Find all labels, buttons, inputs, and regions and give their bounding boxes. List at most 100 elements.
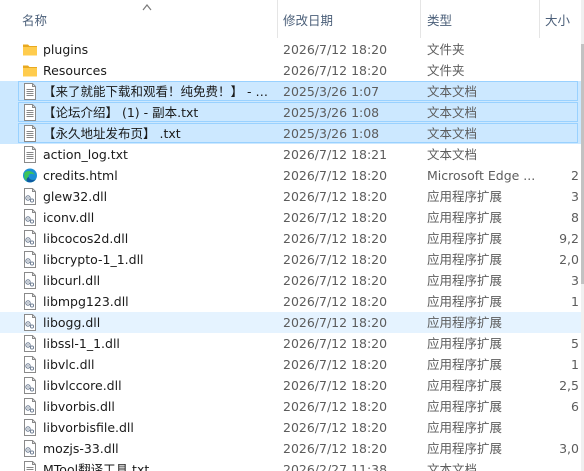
column-divider[interactable] bbox=[539, 0, 540, 38]
file-type: 文本文档 bbox=[427, 147, 478, 162]
file-row[interactable]: libssl-1_1.dll 2026/7/12 18:20 应用程序扩展 5 bbox=[0, 333, 584, 354]
file-name: libogg.dll bbox=[43, 315, 101, 330]
file-modified-date: 2026/7/12 18:20 bbox=[283, 357, 388, 372]
file-name: libmpg123.dll bbox=[43, 294, 129, 309]
file-name: libvlccore.dll bbox=[43, 378, 122, 393]
file-modified-date: 2026/7/12 18:20 bbox=[283, 420, 388, 435]
file-name: mozjs-33.dll bbox=[43, 441, 119, 456]
file-modified-date: 2026/7/12 18:20 bbox=[283, 294, 388, 309]
file-row[interactable]: libvorbis.dll 2026/7/12 18:20 应用程序扩展 6 bbox=[0, 396, 584, 417]
file-row[interactable]: libvorbisfile.dll 2026/7/12 18:20 应用程序扩展 bbox=[0, 417, 584, 438]
file-type: 应用程序扩展 bbox=[427, 336, 503, 351]
dll-file-icon bbox=[22, 188, 38, 205]
file-type: 应用程序扩展 bbox=[427, 294, 503, 309]
file-name: 【来了就能下载和观看！纯免费！】 - 副本.txt bbox=[43, 84, 271, 99]
dll-file-icon bbox=[22, 335, 38, 352]
column-header-size[interactable]: 大小 bbox=[545, 12, 570, 30]
dll-file-icon bbox=[22, 209, 38, 226]
text-file-icon bbox=[22, 104, 38, 121]
file-modified-date: 2026/7/12 18:20 bbox=[283, 252, 388, 267]
file-modified-date: 2025/3/26 1:07 bbox=[283, 84, 380, 99]
file-type: 文本文档 bbox=[427, 126, 478, 141]
file-row[interactable]: libcurl.dll 2026/7/12 18:20 应用程序扩展 3 bbox=[0, 270, 584, 291]
file-size: 3 bbox=[571, 273, 579, 288]
dll-file-icon bbox=[22, 398, 38, 415]
file-row[interactable]: libcrypto-1_1.dll 2026/7/12 18:20 应用程序扩展 2,… bbox=[0, 249, 584, 270]
file-modified-date: 2026/7/12 18:20 bbox=[283, 63, 388, 78]
file-type: 应用程序扩展 bbox=[427, 210, 503, 225]
file-row[interactable]: mozjs-33.dll 2026/7/12 18:20 应用程序扩展 3,0 bbox=[0, 438, 584, 459]
file-row[interactable]: 【来了就能下载和观看！纯免费！】 - 副本.txt 2025/3/26 1:07 文… bbox=[0, 81, 584, 102]
file-type: 文本文档 bbox=[427, 105, 478, 120]
file-name: MTool翻译工具.txt bbox=[43, 462, 150, 471]
file-modified-date: 2026/7/12 18:20 bbox=[283, 273, 388, 288]
column-divider[interactable] bbox=[420, 0, 421, 38]
file-row[interactable]: libvlc.dll 2026/7/12 18:20 应用程序扩展 1 bbox=[0, 354, 584, 375]
file-row[interactable]: plugins 2026/7/12 18:20 文件夹 bbox=[0, 39, 584, 60]
file-name: libssl-1_1.dll bbox=[43, 336, 120, 351]
file-name: libvlc.dll bbox=[43, 357, 95, 372]
file-size: 3 bbox=[571, 189, 579, 204]
file-row[interactable]: glew32.dll 2026/7/12 18:20 应用程序扩展 3 bbox=[0, 186, 584, 207]
text-file-icon bbox=[22, 146, 38, 163]
column-header-name[interactable]: 名称 bbox=[22, 12, 47, 30]
file-size: 2,5 bbox=[559, 378, 579, 393]
file-type: 应用程序扩展 bbox=[427, 420, 503, 435]
file-name: 【永久地址发布页】 .txt bbox=[43, 126, 181, 141]
file-row[interactable]: libcocos2d.dll 2026/7/12 18:20 应用程序扩展 9,2 bbox=[0, 228, 584, 249]
file-name: iconv.dll bbox=[43, 210, 95, 225]
file-type: 应用程序扩展 bbox=[427, 189, 503, 204]
file-type: 应用程序扩展 bbox=[427, 273, 503, 288]
column-header-date[interactable]: 修改日期 bbox=[283, 12, 333, 30]
file-name: libcrypto-1_1.dll bbox=[43, 252, 144, 267]
dll-file-icon bbox=[22, 230, 38, 247]
file-row[interactable]: 【论坛介绍】 (1) - 副本.txt 2025/3/26 1:08 文本文档 bbox=[0, 102, 584, 123]
file-row[interactable]: libmpg123.dll 2026/7/12 18:20 应用程序扩展 1 bbox=[0, 291, 584, 312]
file-modified-date: 2026/7/12 18:20 bbox=[283, 231, 388, 246]
dll-file-icon bbox=[22, 419, 38, 436]
file-type: 应用程序扩展 bbox=[427, 357, 503, 372]
file-modified-date: 2026/2/27 11:38 bbox=[283, 462, 388, 471]
file-name: action_log.txt bbox=[43, 147, 128, 162]
text-file-icon bbox=[22, 125, 38, 142]
text-file-icon bbox=[22, 83, 38, 100]
column-divider[interactable] bbox=[277, 0, 278, 38]
file-row[interactable]: Resources 2026/7/12 18:20 文件夹 bbox=[0, 60, 584, 81]
file-row[interactable]: 【永久地址发布页】 .txt 2025/3/26 1:08 文本文档 bbox=[0, 123, 584, 144]
file-name: libcurl.dll bbox=[43, 273, 101, 288]
dll-file-icon bbox=[22, 314, 38, 331]
file-modified-date: 2026/7/12 18:20 bbox=[283, 336, 388, 351]
file-row[interactable]: libvlccore.dll 2026/7/12 18:20 应用程序扩展 2,5 bbox=[0, 375, 584, 396]
file-row[interactable]: iconv.dll 2026/7/12 18:20 应用程序扩展 8 bbox=[0, 207, 584, 228]
file-list: plugins 2026/7/12 18:20 文件夹 Resources 2026/7… bbox=[0, 39, 584, 471]
file-row[interactable]: action_log.txt 2026/7/12 18:21 文本文档 bbox=[0, 144, 584, 165]
file-modified-date: 2026/7/12 18:20 bbox=[283, 210, 388, 225]
file-modified-date: 2026/7/12 18:21 bbox=[283, 147, 388, 162]
file-name: credits.html bbox=[43, 168, 118, 183]
sort-ascending-icon[interactable] bbox=[139, 2, 155, 12]
text-file-icon bbox=[22, 461, 38, 471]
file-name: glew32.dll bbox=[43, 189, 108, 204]
file-row[interactable]: MTool翻译工具.txt 2026/2/27 11:38 文本文档 bbox=[0, 459, 584, 471]
file-explorer-list: 名称 修改日期 类型 大小 plugins 2026/7/12 18:20 文件夹 R… bbox=[0, 0, 584, 471]
dll-file-icon bbox=[22, 440, 38, 457]
file-type: 文本文档 bbox=[427, 84, 478, 99]
column-header-type[interactable]: 类型 bbox=[427, 12, 452, 30]
file-name: Resources bbox=[43, 63, 107, 78]
file-size: 5 bbox=[571, 336, 579, 351]
file-modified-date: 2026/7/12 18:20 bbox=[283, 399, 388, 414]
file-type: 应用程序扩展 bbox=[427, 231, 503, 246]
dll-file-icon bbox=[22, 293, 38, 310]
file-row[interactable]: credits.html 2026/7/12 18:20 Microsoft Edg… bbox=[0, 165, 584, 186]
folder-icon bbox=[22, 62, 38, 79]
dll-file-icon bbox=[22, 272, 38, 289]
file-row[interactable]: libogg.dll 2026/7/12 18:20 应用程序扩展 bbox=[0, 312, 584, 333]
file-type: 文件夹 bbox=[427, 63, 465, 78]
file-type: 应用程序扩展 bbox=[427, 378, 503, 393]
file-name: libvorbis.dll bbox=[43, 399, 115, 414]
file-size: 2 bbox=[571, 168, 579, 183]
file-name: plugins bbox=[43, 42, 89, 57]
file-size: 2,0 bbox=[559, 252, 579, 267]
dll-file-icon bbox=[22, 251, 38, 268]
file-name: libcocos2d.dll bbox=[43, 231, 129, 246]
